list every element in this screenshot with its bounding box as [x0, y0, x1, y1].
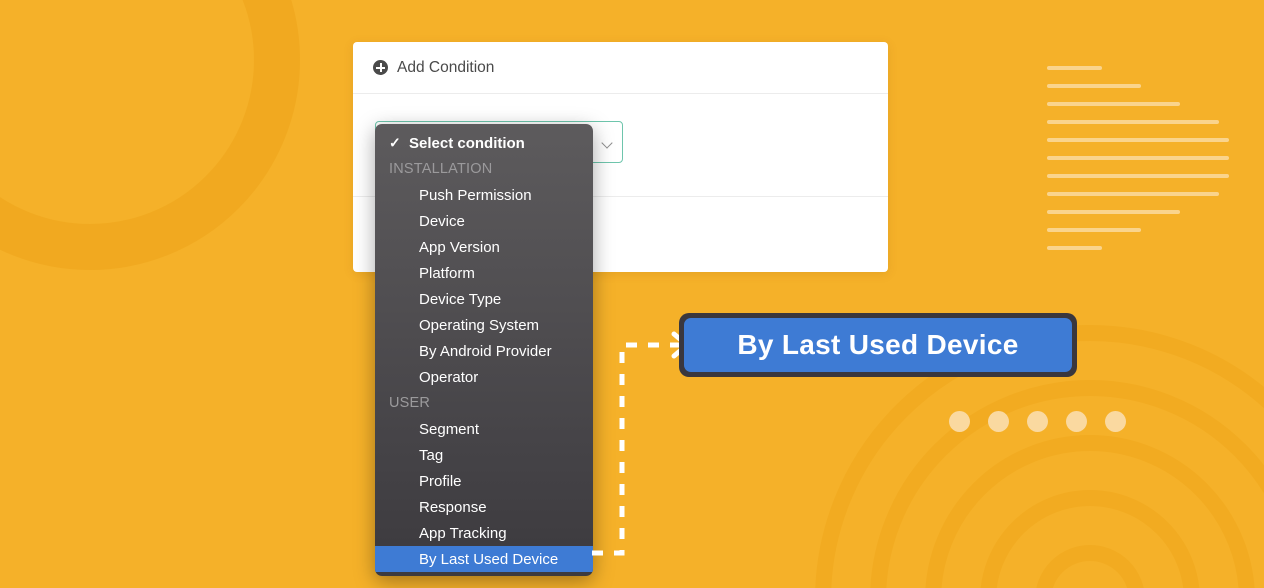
- dropdown-item[interactable]: Push Permission: [375, 182, 593, 208]
- dropdown-item[interactable]: By Last Used Device: [375, 546, 593, 572]
- decorative-dot: [949, 411, 970, 432]
- decorative-line: [1047, 156, 1229, 160]
- dropdown-item[interactable]: Device Type: [375, 286, 593, 312]
- decorative-dot: [1066, 411, 1087, 432]
- decorative-line: [1047, 192, 1219, 196]
- annotation-callout-body: By Last Used Device: [684, 318, 1072, 372]
- dropdown-item[interactable]: App Tracking: [375, 520, 593, 546]
- dropdown-item[interactable]: Device: [375, 208, 593, 234]
- decorative-line: [1047, 210, 1180, 214]
- dropdown-group-label: INSTALLATION: [389, 161, 493, 177]
- dropdown-item[interactable]: Platform: [375, 260, 593, 286]
- decorative-line: [1047, 120, 1219, 124]
- dropdown-item[interactable]: Profile: [375, 468, 593, 494]
- dropdown-item[interactable]: Select condition: [375, 130, 593, 156]
- card-header: Add Condition: [353, 42, 888, 94]
- dropdown-item[interactable]: Tag: [375, 442, 593, 468]
- decorative-line: [1047, 138, 1229, 142]
- decorative-dot: [1027, 411, 1048, 432]
- page-title: Add Condition: [397, 58, 495, 76]
- dropdown-group-label: USER: [389, 395, 431, 411]
- annotation-callout: By Last Used Device: [679, 313, 1077, 377]
- plus-circle-icon[interactable]: [373, 60, 388, 75]
- decorative-line: [1047, 246, 1102, 250]
- decorative-line: [1047, 228, 1141, 232]
- decorative-line-stack: [1047, 66, 1247, 264]
- dropdown-item[interactable]: Operator: [375, 364, 593, 390]
- decorative-dot: [1105, 411, 1126, 432]
- dropdown-item[interactable]: Segment: [375, 416, 593, 442]
- decorative-dot-row: [949, 411, 1126, 432]
- chevron-down-icon[interactable]: [601, 137, 613, 149]
- dropdown-item[interactable]: Response: [375, 494, 593, 520]
- decorative-line: [1047, 66, 1102, 70]
- decorative-line: [1047, 84, 1141, 88]
- decorative-line: [1047, 174, 1229, 178]
- dropdown-item[interactable]: By Android Provider: [375, 338, 593, 364]
- dropdown-item[interactable]: Operating System: [375, 312, 593, 338]
- decorative-line: [1047, 102, 1180, 106]
- dropdown-item[interactable]: App Version: [375, 234, 593, 260]
- decorative-dot: [988, 411, 1009, 432]
- annotation-callout-label: By Last Used Device: [737, 329, 1019, 360]
- decorative-ring-top-left: [0, 0, 300, 270]
- condition-dropdown-menu[interactable]: Select condition INSTALLATION Push Permiss…: [375, 124, 593, 576]
